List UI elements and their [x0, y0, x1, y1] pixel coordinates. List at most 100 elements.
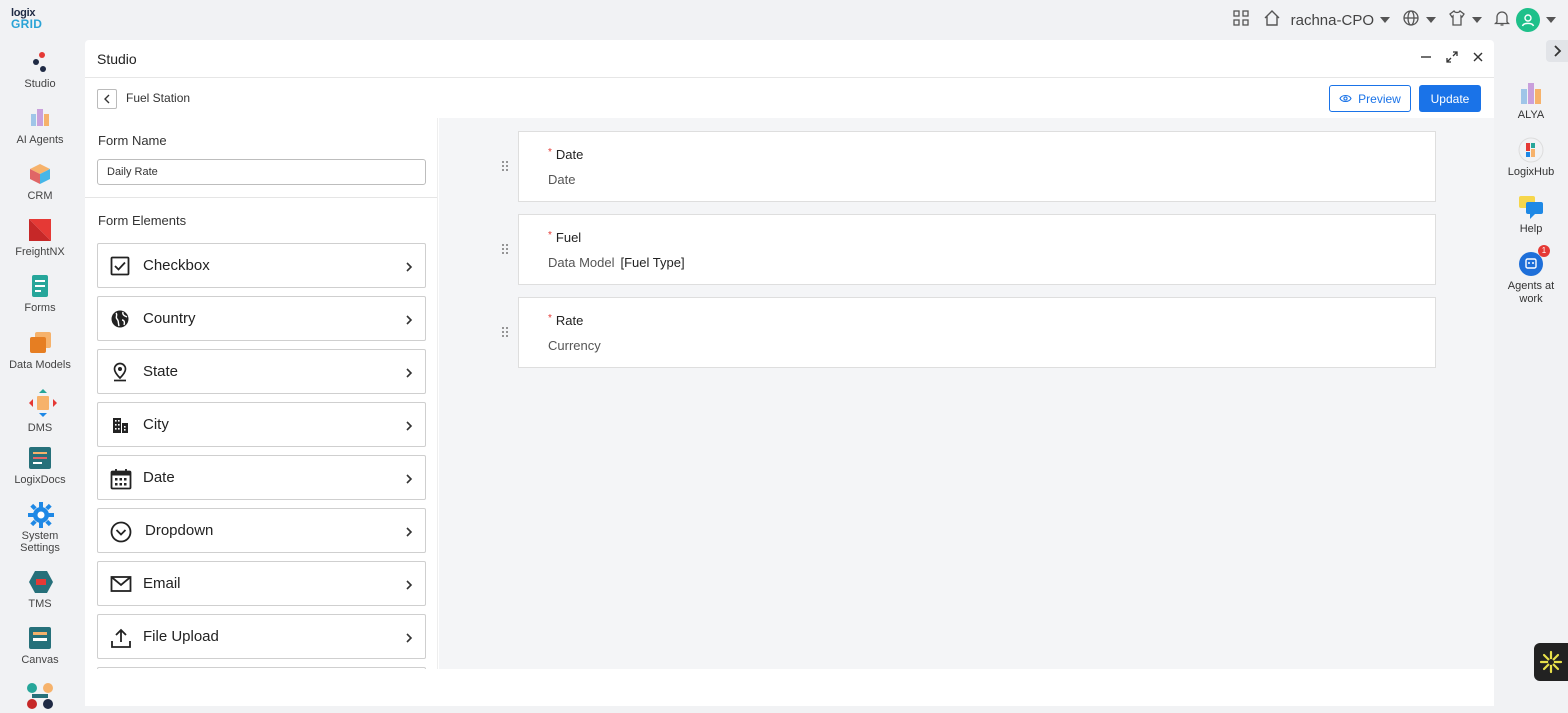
chevron-right-icon — [405, 313, 413, 331]
dms-icon — [28, 388, 57, 418]
field-label: * Fuel — [548, 230, 581, 245]
nav-item-data-models[interactable]: Data Models — [0, 331, 80, 371]
ai-agents-icon — [28, 106, 52, 130]
home-icon[interactable] — [1263, 9, 1281, 32]
element-label: Email — [143, 575, 181, 592]
form-field-fuel[interactable]: * Fuel Data Model [Fuel Type] — [502, 214, 1436, 285]
nav-label: System Settings — [20, 530, 60, 554]
drag-handle-icon[interactable] — [501, 325, 509, 343]
logo[interactable]: logix GRID — [11, 8, 42, 31]
apps-grid-icon[interactable] — [1232, 9, 1249, 31]
floating-assistant-button[interactable] — [1534, 643, 1568, 681]
close-icon[interactable] — [1472, 50, 1484, 68]
chevron-right-icon — [1554, 45, 1562, 57]
preview-button[interactable]: Preview — [1329, 85, 1411, 112]
dropdown-circle-icon — [110, 521, 132, 543]
nav-label: Canvas — [21, 654, 59, 666]
window-title: Studio — [97, 51, 137, 67]
element-country[interactable]: Country — [97, 296, 426, 341]
field-label: * Date — [548, 147, 583, 162]
rail-item-logixhub[interactable]: LogixHub — [1500, 137, 1562, 178]
bell-icon[interactable] — [1493, 9, 1511, 32]
drag-handle-icon[interactable] — [501, 159, 509, 177]
user-chevron-down-icon[interactable] — [1546, 17, 1556, 23]
nav-item-logixdocs[interactable]: LogixDocs — [0, 446, 80, 486]
network-icon — [26, 682, 54, 710]
form-elements-panel: Form Name Form Elements Checkbox Country… — [85, 118, 438, 669]
drag-handle-icon[interactable] — [501, 242, 509, 260]
element-date[interactable]: Date — [97, 455, 426, 500]
element-state[interactable]: State — [97, 349, 426, 394]
rail-item-help[interactable]: Help — [1500, 194, 1562, 235]
maximize-icon[interactable] — [1446, 50, 1458, 68]
nav-label: Data Models — [9, 359, 71, 371]
studio-window: Studio Fuel Station Preview Update Form … — [85, 40, 1494, 706]
field-label-text: Date — [555, 147, 584, 162]
form-elements-label: Form Elements — [98, 213, 187, 228]
nav-label: TMS — [28, 598, 52, 610]
nav-label: FreightNX — [15, 246, 65, 258]
update-button[interactable]: Update — [1419, 85, 1481, 112]
field-label-text: Fuel — [555, 230, 582, 245]
top-right-actions: rachna-CPO — [1232, 8, 1556, 32]
back-button[interactable] — [97, 89, 117, 109]
field-type: Date — [548, 172, 575, 187]
collapse-panel-button[interactable] — [1546, 40, 1568, 62]
field-type-text: Date — [548, 172, 576, 187]
chevron-left-icon — [104, 94, 110, 104]
language-chevron-down-icon[interactable] — [1426, 17, 1436, 23]
workspace-name[interactable]: rachna-CPO — [1291, 12, 1374, 29]
nav-label: AI Agents — [16, 134, 64, 146]
form-field-rate[interactable]: * Rate Currency — [502, 297, 1436, 368]
element-city[interactable]: City — [97, 402, 426, 447]
element-label: Checkbox — [143, 257, 210, 274]
workspace-chevron-down-icon[interactable] — [1380, 17, 1390, 23]
element-email[interactable]: Email — [97, 561, 426, 606]
field-type-text: Currency — [548, 338, 601, 353]
element-label: File Upload — [143, 628, 219, 645]
form-name-label: Form Name — [98, 133, 167, 148]
rail-item-agents-at-work[interactable]: 1 Agents at work — [1500, 245, 1562, 306]
freightnx-icon — [28, 218, 52, 242]
element-label: City — [143, 416, 169, 433]
theme-chevron-down-icon[interactable] — [1472, 17, 1482, 23]
element-checkbox[interactable]: Checkbox — [97, 243, 426, 288]
element-dropdown[interactable]: Dropdown — [97, 508, 426, 553]
element-label: State — [143, 363, 179, 380]
nav-item-crm[interactable]: CRM — [0, 162, 80, 202]
minimize-icon[interactable] — [1420, 50, 1432, 68]
nav-item-canvas[interactable]: Canvas — [0, 626, 80, 666]
nav-item-more[interactable] — [0, 682, 80, 713]
nav-item-ai-agents[interactable]: AI Agents — [0, 106, 80, 146]
chevron-right-icon — [405, 631, 413, 649]
nav-item-studio[interactable]: Studio — [0, 50, 80, 90]
globe-icon[interactable] — [1402, 9, 1420, 32]
field-type: Data Model [Fuel Type] — [548, 255, 685, 270]
field-type: Currency — [548, 338, 601, 353]
nav-item-tms[interactable]: TMS — [0, 570, 80, 610]
nav-item-system-settings[interactable]: System Settings — [0, 502, 80, 554]
forms-icon — [28, 274, 52, 298]
element-file-upload[interactable]: File Upload — [97, 614, 426, 659]
chevron-right-icon — [405, 472, 413, 490]
data-models-icon — [28, 331, 52, 355]
tshirt-icon[interactable] — [1448, 9, 1466, 32]
globe-icon — [110, 309, 130, 329]
rail-label: LogixHub — [1507, 166, 1555, 178]
nav-label: Studio — [24, 78, 56, 90]
element-label: Date — [143, 469, 175, 486]
nav-label: CRM — [27, 190, 53, 202]
nav-item-dms[interactable]: DMS — [0, 388, 80, 434]
breadcrumb: Fuel Station — [126, 91, 191, 105]
sparkle-icon — [1539, 650, 1563, 674]
chat-bubble-icon — [1518, 194, 1544, 220]
form-field-date[interactable]: * Date Date — [502, 131, 1436, 202]
rail-item-alya[interactable]: ALYA — [1500, 80, 1562, 121]
nav-item-freightnx[interactable]: FreightNX — [0, 218, 80, 258]
form-toolbar: Fuel Station Preview Update — [85, 79, 1494, 117]
nav-item-forms[interactable]: Forms — [0, 274, 80, 314]
divider — [85, 197, 437, 198]
user-avatar[interactable] — [1516, 8, 1540, 32]
form-name-input[interactable] — [97, 159, 426, 185]
studio-header: Studio — [85, 40, 1494, 78]
